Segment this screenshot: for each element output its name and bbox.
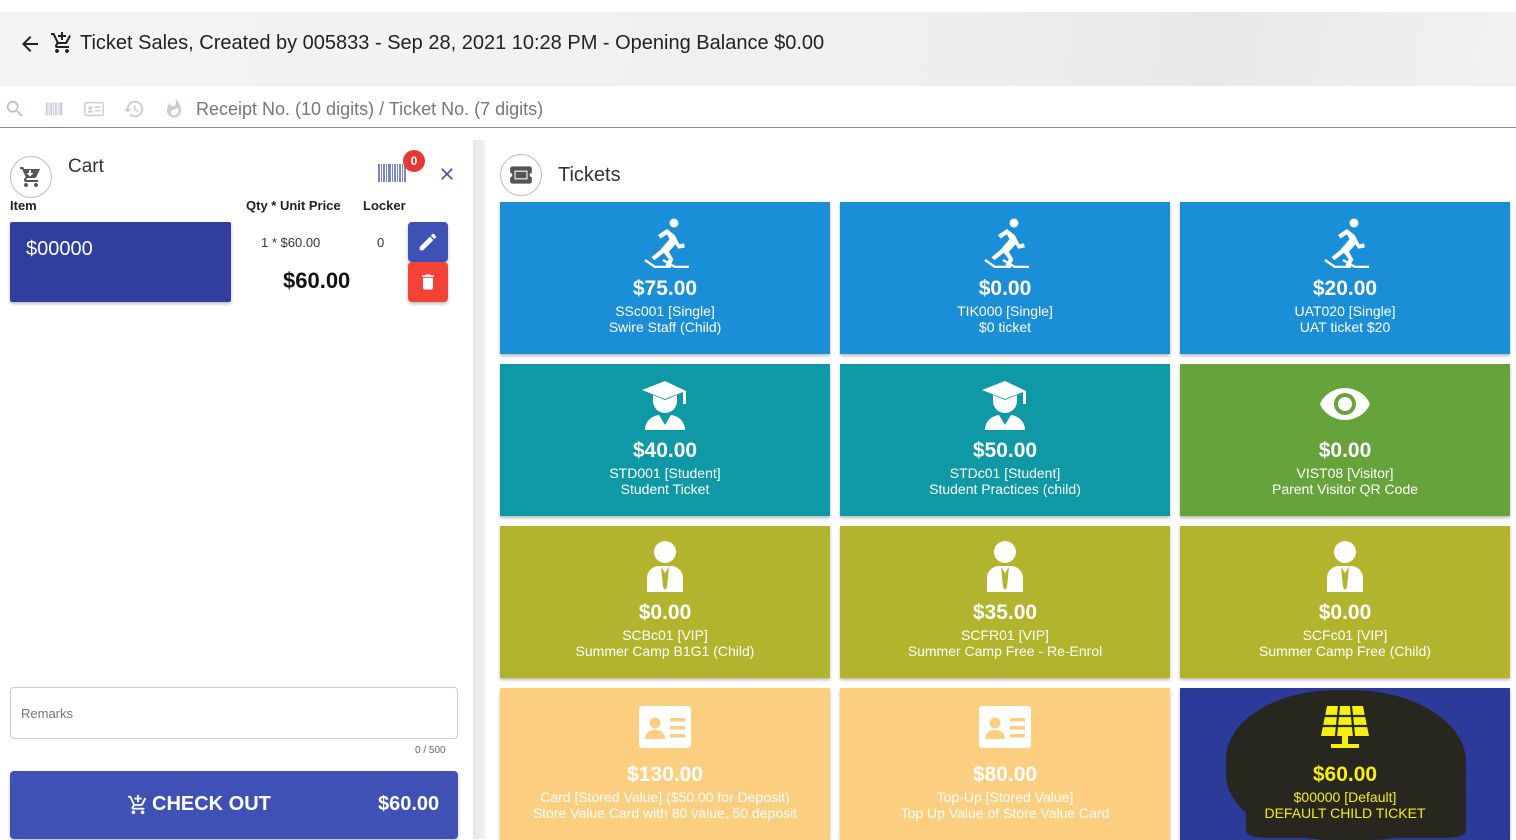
ticket-name: Top Up Value of Store Value Card — [900, 805, 1110, 821]
ticket-name: Summer Camp Free (Child) — [1259, 643, 1431, 659]
edit-item-button[interactable] — [408, 222, 448, 262]
ticket-price: $130.00 — [627, 763, 703, 786]
ticket-price: $50.00 — [972, 439, 1038, 462]
ticket-tile[interactable]: $0.00 SCFc01 [VIP] Summer Camp Free (Child… — [1180, 526, 1510, 678]
ticket-price: $40.00 — [632, 439, 698, 462]
ticket-tile[interactable]: $80.00 Top-Up [Stored Value] Top Up Value … — [840, 688, 1170, 840]
ticket-price: $0.00 — [1318, 601, 1372, 624]
ticket-name: Store Value Card with 80 value, 50 depos… — [532, 805, 798, 821]
checkout-button[interactable]: CHECK OUT $60.00 — [10, 771, 458, 839]
cart-item-total: $60.00 — [283, 268, 351, 293]
graduate-icon — [639, 378, 691, 430]
cart-title: Cart — [68, 156, 104, 177]
history-icon[interactable] — [123, 98, 145, 120]
ticket-name: Parent Visitor QR Code — [1271, 481, 1419, 497]
ticket-name: Summer Camp Free - Re-Enrol — [907, 643, 1103, 659]
solar-panel-icon — [1319, 702, 1371, 754]
ticket-tile[interactable]: $20.00 UAT020 [Single] UAT ticket $20 — [1180, 202, 1510, 354]
ticket-code: UAT020 [Single] — [1294, 303, 1396, 319]
ticket-code: Card [Stored Value] ($50.00 for Deposit) — [540, 789, 790, 805]
ticket-name: Swire Staff (Child) — [608, 319, 722, 335]
id-card-icon — [639, 702, 691, 754]
ticket-name: $0 ticket — [978, 319, 1032, 335]
cart-item-qty-price: 1 * $60.00 — [261, 235, 321, 250]
cart-item-locker: 0 — [377, 235, 385, 250]
ticket-icon — [500, 154, 542, 196]
ticket-code: SCFc01 [VIP] — [1302, 627, 1388, 643]
ticket-name: Student Practices (child) — [929, 481, 1081, 497]
panel-divider[interactable] — [473, 140, 485, 839]
vip-person-icon — [639, 540, 691, 592]
remarks-input[interactable] — [10, 687, 458, 739]
search-icon[interactable] — [4, 98, 26, 120]
page-title: Ticket Sales, Created by 005833 - Sep 28… — [80, 32, 825, 54]
checkout-total: $60.00 — [378, 793, 440, 815]
column-header-locker: Locker — [363, 198, 406, 213]
id-card-icon — [979, 702, 1031, 754]
receipt-search-input[interactable] — [196, 94, 1396, 124]
ticket-code: Top-Up [Stored Value] — [936, 789, 1074, 805]
barcode-scan-icon[interactable] — [43, 98, 65, 120]
checkout-label: CHECK OUT — [152, 793, 271, 815]
cart-download-icon — [10, 156, 52, 198]
ticket-code: SCBc01 [VIP] — [622, 627, 708, 643]
ticket-tile[interactable]: $75.00 SSc001 [Single] Swire Staff (Child) — [500, 202, 830, 354]
ticket-name: Student Ticket — [620, 481, 710, 497]
cart-panel: Cart 0 Item Qty * Unit Price Locker $000… — [0, 140, 472, 839]
ticket-code: VIST08 [Visitor] — [1296, 465, 1394, 481]
column-header-item: Item — [10, 198, 37, 213]
skating-icon — [979, 216, 1031, 271]
tickets-title: Tickets — [558, 164, 621, 186]
ticket-price: $0.00 — [1318, 439, 1372, 462]
cart-item-card[interactable]: $00000 — [10, 222, 231, 302]
ticket-name: UAT ticket $20 — [1299, 319, 1391, 335]
ticket-tile[interactable]: $0.00 SCBc01 [VIP] Summer Camp B1G1 (Child… — [500, 526, 830, 678]
ticket-price: $0.00 — [638, 601, 692, 624]
ticket-tile[interactable]: $35.00 SCFR01 [VIP] Summer Camp Free - Re-… — [840, 526, 1170, 678]
ticket-code: TIK000 [Single] — [957, 303, 1053, 319]
ticket-price: $0.00 — [978, 277, 1032, 300]
ticket-tile[interactable]: $50.00 STDc01 [Student] Student Practices … — [840, 364, 1170, 516]
column-header-qty-price: Qty * Unit Price — [246, 198, 341, 213]
ticket-price: $20.00 — [1312, 277, 1378, 300]
ticket-code: SCFR01 [VIP] — [961, 627, 1049, 643]
ticket-name: DEFAULT CHILD TICKET — [1264, 805, 1426, 821]
skating-icon — [1319, 216, 1371, 271]
ticket-code: STD001 [Student] — [609, 465, 721, 481]
barcode-icon[interactable] — [378, 162, 406, 184]
trash-icon — [422, 274, 434, 290]
ticket-code: $00000 [Default] — [1293, 789, 1397, 805]
ticket-price: $80.00 — [972, 763, 1038, 786]
ticket-price: $60.00 — [1312, 763, 1378, 786]
back-arrow-icon[interactable] — [18, 32, 42, 56]
vip-person-icon — [979, 540, 1031, 592]
eye-icon — [1319, 378, 1371, 430]
ticket-tile[interactable]: $0.00 VIST08 [Visitor] Parent Visitor QR C… — [1180, 364, 1510, 516]
pencil-icon — [419, 233, 437, 251]
cart-icon — [51, 32, 71, 53]
delete-item-button[interactable] — [408, 262, 448, 302]
ticket-name: Summer Camp B1G1 (Child) — [575, 643, 755, 659]
id-card-search-icon[interactable] — [83, 98, 105, 120]
ticket-tile[interactable]: $130.00 Card [Stored Value] ($50.00 for D… — [500, 688, 830, 840]
search-bar — [0, 90, 1516, 128]
ticket-tile[interactable]: $40.00 STD001 [Student] Student Ticket — [500, 364, 830, 516]
vip-person-icon — [1319, 540, 1371, 592]
ticket-tile[interactable]: $60.00 $00000 [Default] DEFAULT CHILD TICK… — [1180, 688, 1510, 840]
ticket-price: $35.00 — [972, 601, 1038, 624]
ticket-code: SSc001 [Single] — [615, 303, 715, 319]
cart-count-badge: 0 — [403, 150, 425, 172]
skating-icon — [639, 216, 691, 271]
remarks-char-counter: 0 / 500 — [415, 745, 446, 756]
add-cart-icon — [127, 794, 147, 815]
close-icon[interactable] — [437, 164, 457, 184]
flame-icon[interactable] — [163, 98, 185, 120]
graduate-icon — [979, 378, 1031, 430]
app-header: Ticket Sales, Created by 005833 - Sep 28… — [0, 12, 1516, 86]
ticket-code: STDc01 [Student] — [949, 465, 1061, 481]
ticket-tile[interactable]: $0.00 TIK000 [Single] $0 ticket — [840, 202, 1170, 354]
ticket-price: $75.00 — [632, 277, 698, 300]
